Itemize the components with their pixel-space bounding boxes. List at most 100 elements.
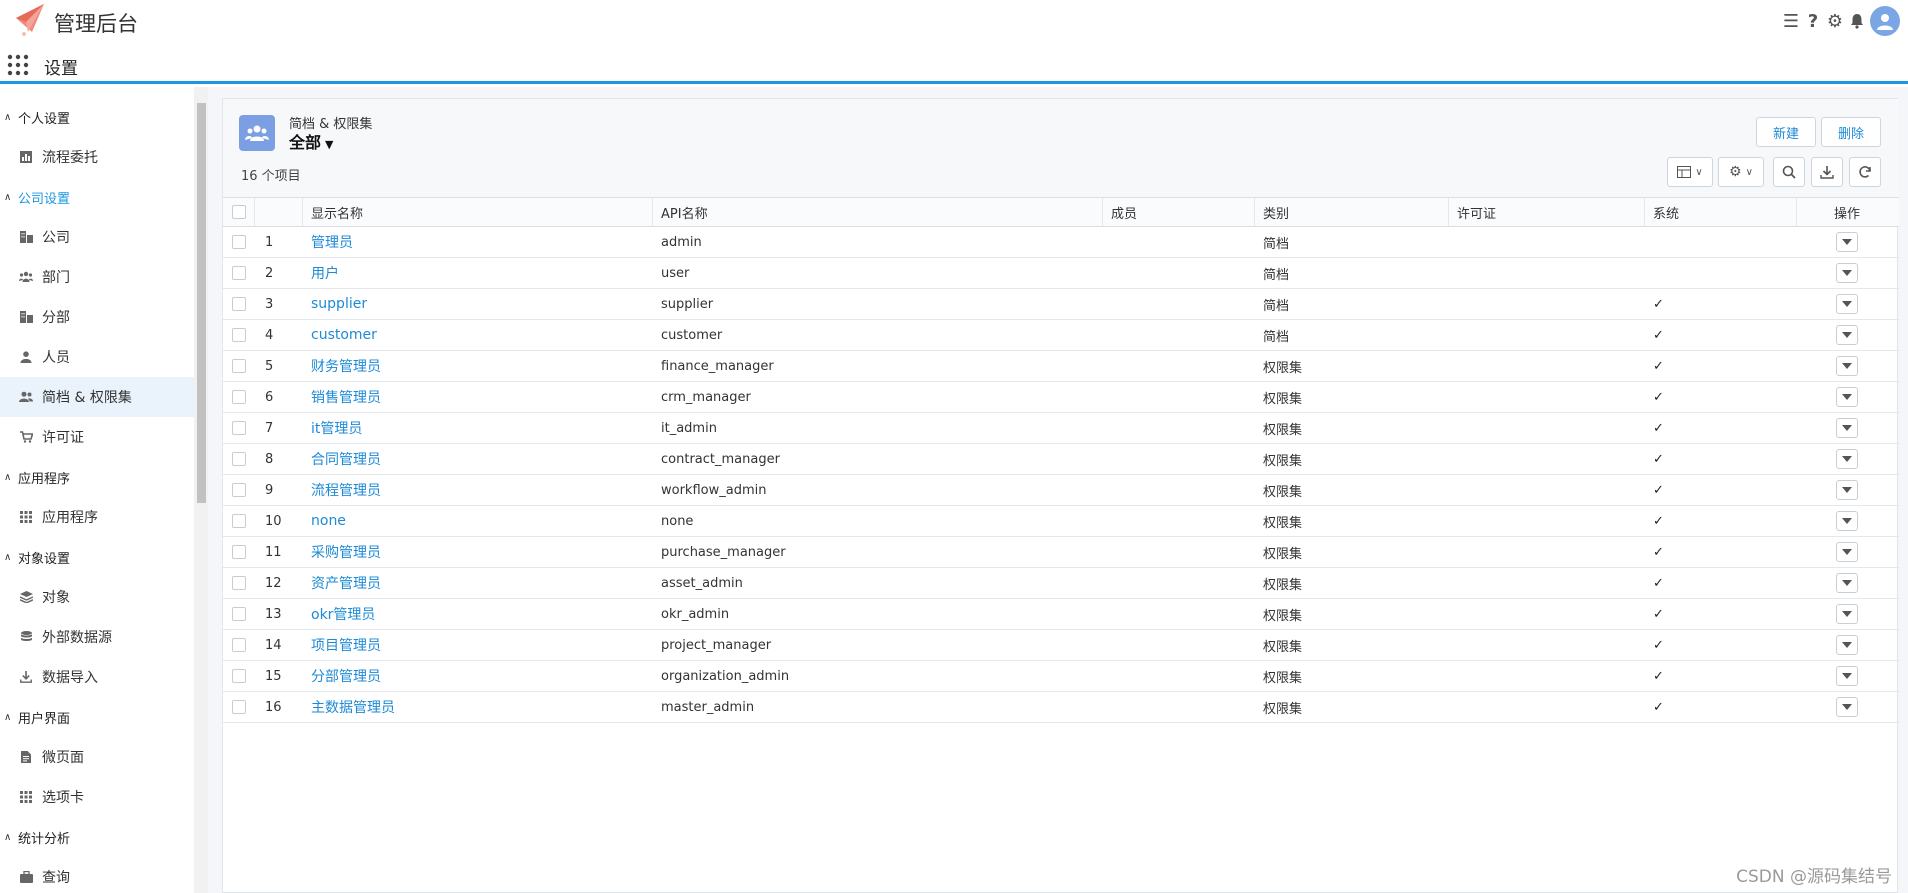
display-name-link[interactable]: none	[311, 513, 346, 529]
row-actions-button[interactable]	[1836, 232, 1858, 252]
export-button[interactable]	[1811, 157, 1843, 187]
sidebar-item[interactable]: 许可证	[0, 417, 194, 457]
settings-dropdown-button[interactable]: ⚙ ∨	[1718, 157, 1764, 187]
row-number: 8	[265, 451, 274, 467]
help-icon[interactable]: ?	[1804, 11, 1822, 32]
category-cell: 简档	[1263, 329, 1290, 345]
new-button[interactable]: 新建	[1756, 117, 1816, 147]
row-actions-button[interactable]	[1836, 697, 1858, 717]
display-name-link[interactable]: 财务管理员	[311, 356, 381, 376]
search-button[interactable]	[1773, 157, 1805, 187]
sidebar-scrollbar[interactable]	[194, 87, 208, 893]
display-name-cell: 财务管理员	[303, 351, 653, 381]
gear-icon[interactable]: ⚙	[1826, 11, 1844, 32]
row-checkbox[interactable]	[232, 359, 246, 373]
category-cell: 权限集	[1263, 670, 1303, 686]
members-cell	[1103, 568, 1255, 598]
sidebar-scroll-thumb[interactable]	[197, 103, 206, 503]
row-checkbox[interactable]	[232, 390, 246, 404]
sidebar-group[interactable]: ∧ 对象设置	[0, 537, 194, 577]
row-checkbox[interactable]	[232, 452, 246, 466]
display-name-link[interactable]: it管理员	[311, 418, 362, 438]
column-header-members[interactable]: 成员	[1103, 198, 1255, 226]
column-display-button[interactable]: ∨	[1667, 157, 1713, 187]
display-name-link[interactable]: 用户	[311, 263, 339, 283]
row-checkbox[interactable]	[232, 514, 246, 528]
sidebar-item[interactable]: 简档 & 权限集	[0, 377, 194, 417]
sidebar-group[interactable]: ∧ 应用程序	[0, 457, 194, 497]
column-header-display-name[interactable]: 显示名称	[303, 198, 653, 226]
row-checkbox[interactable]	[232, 421, 246, 435]
row-checkbox[interactable]	[232, 700, 246, 714]
row-actions-button[interactable]	[1836, 294, 1858, 314]
sidebar-item[interactable]: 部门	[0, 257, 194, 297]
sidebar-group[interactable]: ∧ 用户界面	[0, 697, 194, 737]
sidebar-item[interactable]: 对象	[0, 577, 194, 617]
sidebar-item[interactable]: 人员	[0, 337, 194, 377]
display-name-link[interactable]: 销售管理员	[311, 387, 381, 407]
row-actions-button[interactable]	[1836, 542, 1858, 562]
row-checkbox[interactable]	[232, 607, 246, 621]
sidebar-item[interactable]: 数据导入	[0, 657, 194, 697]
sidebar-group[interactable]: ∧ 公司设置	[0, 177, 194, 217]
row-checkbox[interactable]	[232, 235, 246, 249]
sidebar-item[interactable]: 分部	[0, 297, 194, 337]
display-name-link[interactable]: 资产管理员	[311, 573, 381, 593]
members-cell	[1103, 413, 1255, 443]
bell-icon[interactable]	[1848, 11, 1866, 31]
display-name-link[interactable]: 项目管理员	[311, 635, 381, 655]
display-name-link[interactable]: supplier	[311, 296, 367, 312]
row-checkbox[interactable]	[232, 328, 246, 342]
sidebar-item[interactable]: 微页面	[0, 737, 194, 777]
display-name-link[interactable]: 管理员	[311, 232, 353, 252]
display-name-link[interactable]: 合同管理员	[311, 449, 381, 469]
column-header-category[interactable]: 类别	[1255, 198, 1449, 226]
avatar[interactable]	[1870, 6, 1900, 36]
category-cell: 权限集	[1263, 453, 1303, 469]
list-view-selector[interactable]: 全部 ▼	[289, 129, 333, 153]
app-launcher-icon[interactable]	[7, 54, 29, 76]
row-actions-button[interactable]	[1836, 511, 1858, 531]
display-name-link[interactable]: 分部管理员	[311, 666, 381, 686]
row-actions-button[interactable]	[1836, 635, 1858, 655]
sidebar-item[interactable]: 公司	[0, 217, 194, 257]
sidebar-item[interactable]: 选项卡	[0, 777, 194, 817]
display-name-link[interactable]: okr管理员	[311, 604, 375, 624]
sidebar-item[interactable]: 应用程序	[0, 497, 194, 537]
menu-icon[interactable]: ☰	[1782, 11, 1800, 32]
sidebar-group[interactable]: ∧ 统计分析	[0, 817, 194, 857]
row-checkbox[interactable]	[232, 669, 246, 683]
row-actions-button[interactable]	[1836, 573, 1858, 593]
row-actions-button[interactable]	[1836, 604, 1858, 624]
column-header-license[interactable]: 许可证	[1449, 198, 1645, 226]
row-checkbox[interactable]	[232, 266, 246, 280]
row-number: 12	[265, 575, 282, 591]
row-actions-button[interactable]	[1836, 387, 1858, 407]
select-all-checkbox[interactable]	[231, 205, 246, 219]
column-header-api-name[interactable]: API名称	[653, 198, 1103, 226]
row-checkbox[interactable]	[232, 576, 246, 590]
display-name-link[interactable]: 采购管理员	[311, 542, 381, 562]
column-header-system[interactable]: 系统	[1645, 198, 1797, 226]
category-cell: 权限集	[1263, 701, 1303, 717]
row-actions-button[interactable]	[1836, 449, 1858, 469]
display-name-link[interactable]: 主数据管理员	[311, 697, 395, 717]
row-actions-button[interactable]	[1836, 325, 1858, 345]
sidebar-group[interactable]: ∧ 个人设置	[0, 97, 194, 137]
row-actions-button[interactable]	[1836, 263, 1858, 283]
sidebar-item[interactable]: 外部数据源	[0, 617, 194, 657]
row-checkbox[interactable]	[232, 297, 246, 311]
row-actions-button[interactable]	[1836, 666, 1858, 686]
row-actions-button[interactable]	[1836, 418, 1858, 438]
display-name-link[interactable]: 流程管理员	[311, 480, 381, 500]
sidebar-item[interactable]: 查询	[0, 857, 194, 893]
row-checkbox[interactable]	[232, 483, 246, 497]
sidebar-item[interactable]: 流程委托	[0, 137, 194, 177]
row-checkbox[interactable]	[232, 638, 246, 652]
delete-button[interactable]: 删除	[1821, 117, 1881, 147]
row-checkbox[interactable]	[232, 545, 246, 559]
display-name-link[interactable]: customer	[311, 327, 377, 343]
row-actions-button[interactable]	[1836, 480, 1858, 500]
row-actions-button[interactable]	[1836, 356, 1858, 376]
refresh-button[interactable]	[1849, 157, 1881, 187]
